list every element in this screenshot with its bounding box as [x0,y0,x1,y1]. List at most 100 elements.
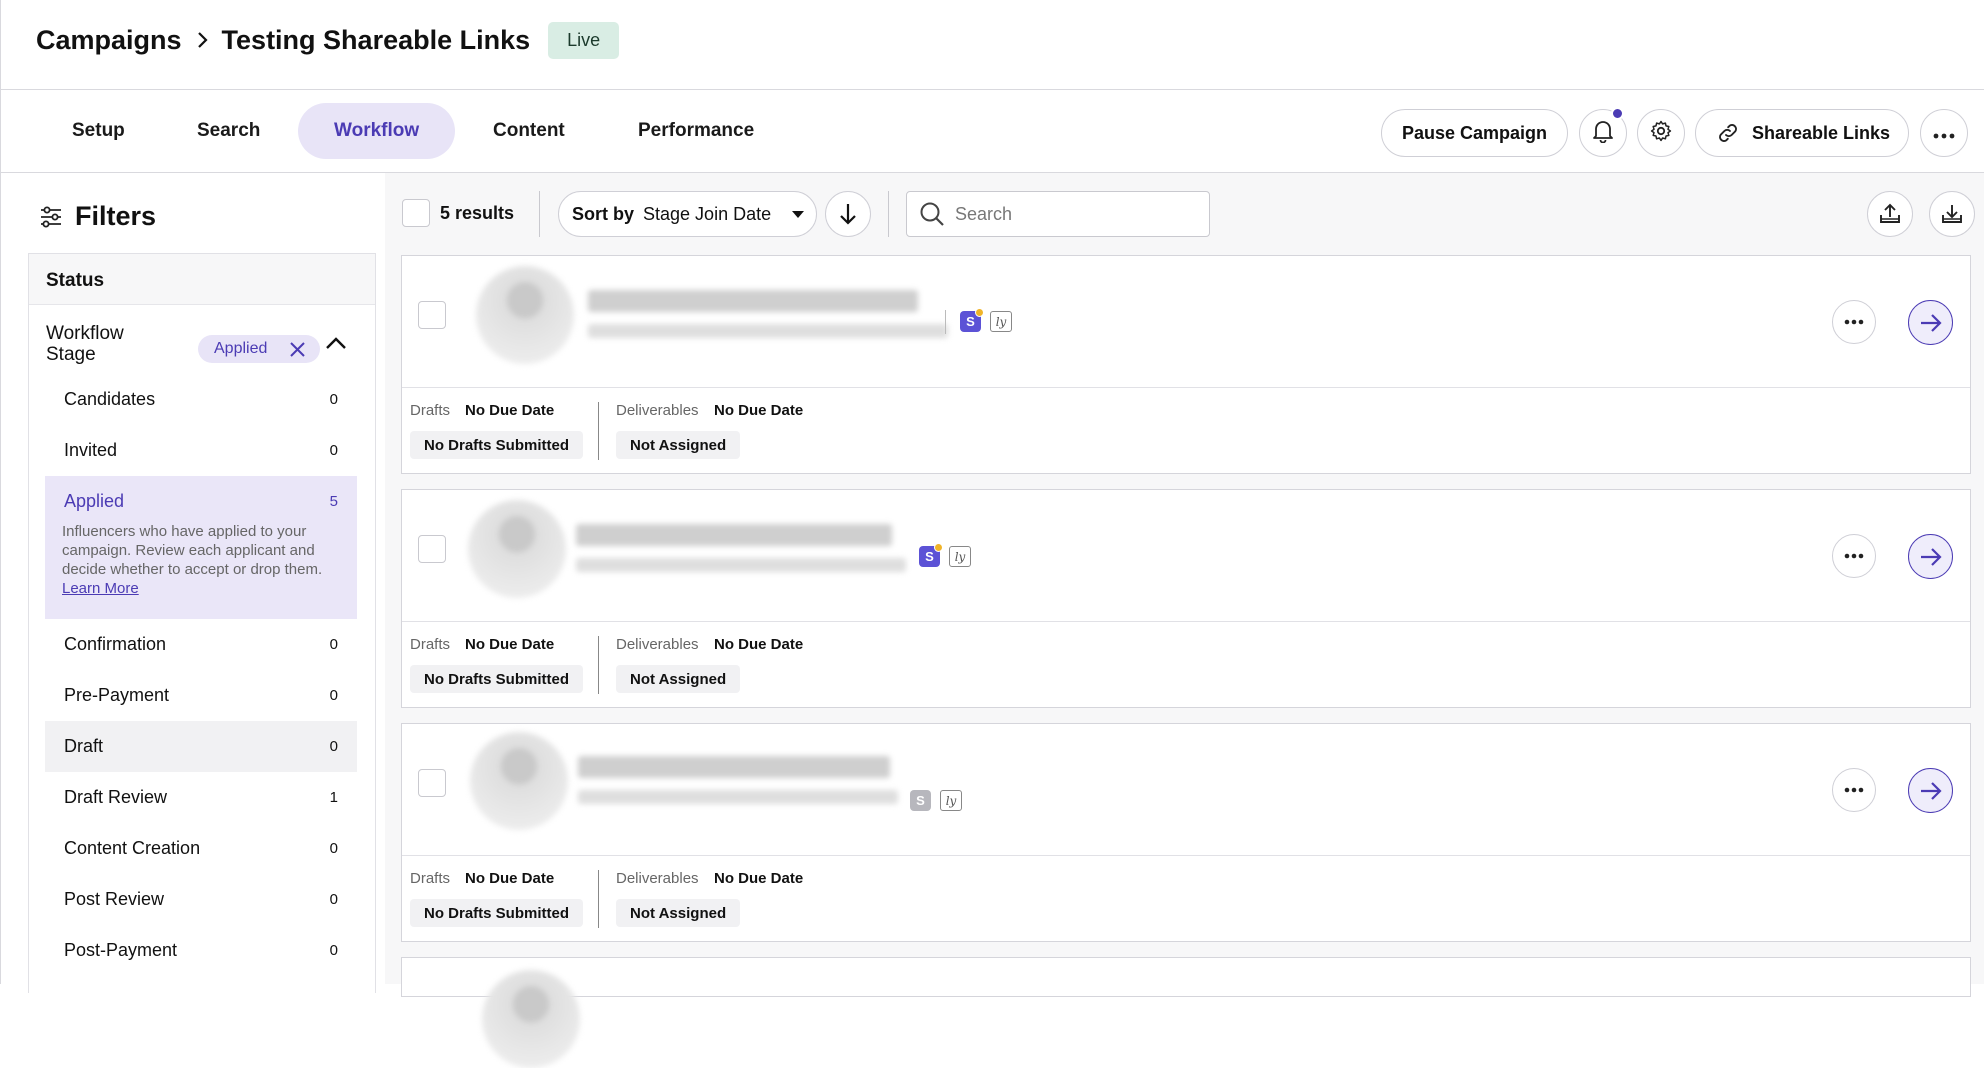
shareable-links-label: Shareable Links [1752,122,1891,143]
drafts-due: No Due Date [465,636,555,653]
filters-heading: Filters [39,201,156,232]
tab-search[interactable]: Search [161,103,296,159]
card-more-button[interactable] [1832,300,1876,344]
avatar [482,970,580,1068]
divider [888,191,889,237]
status-heading: Status [29,254,375,305]
tab-content[interactable]: Content [457,103,601,159]
shareable-links-button[interactable]: Shareable Links [1695,109,1909,157]
sort-by-select[interactable]: Sort by Stage Join Date [558,191,817,237]
select-all-checkbox[interactable] [402,199,430,227]
export-button[interactable] [1867,191,1913,237]
stage-label: Post-Payment [64,940,178,960]
settings-button[interactable] [1637,109,1685,157]
open-profile-button[interactable] [1908,768,1953,813]
drafts-status: No Drafts Submitted [410,899,584,927]
sliders-icon [39,206,75,228]
drafts-label: Drafts [410,636,451,653]
filters-title: Filters [75,201,157,231]
stage-item-content-creation[interactable]: Content Creation 0 [45,823,357,874]
chevron-up-icon[interactable] [325,336,347,355]
card-more-button[interactable] [1832,534,1876,578]
stage-item-invited[interactable]: Invited 0 [45,425,357,476]
search-field[interactable] [906,191,1210,237]
workflow-stage-header[interactable]: Workflow Stage Applied [29,305,375,375]
drafts-label: Drafts [410,870,451,887]
more-options-button[interactable] [1920,109,1968,157]
tab-bar: Setup Search Workflow Content Performanc… [0,90,1984,173]
influencer-details-redacted [588,324,948,338]
stage-label: Draft [64,736,104,756]
deliverables-due: No Due Date [714,402,804,419]
influencer-details-redacted [576,558,906,572]
shopify-icon: S [960,308,984,332]
stage-count: 0 [329,636,338,653]
breadcrumb: Campaigns Testing Shareable Links Live [36,21,620,59]
divider [598,636,599,694]
stage-item-draft[interactable]: Draft 0 [45,721,357,772]
deliverables-status: Not Assigned [616,431,741,459]
close-icon[interactable] [289,341,306,363]
stage-item-confirmation[interactable]: Confirmation 0 [45,619,357,670]
breadcrumb-campaigns-link[interactable]: Campaigns [36,25,182,56]
card-more-button[interactable] [1832,768,1876,812]
tab-performance[interactable]: Performance [602,103,790,159]
stage-list: Candidates 0 Invited 0 Applied 5 Influen… [45,374,357,976]
stage-item-post-review[interactable]: Post Review 0 [45,874,357,925]
filters-sidebar: Filters Status Workflow Stage Applied Ca… [0,173,385,993]
pause-campaign-button[interactable]: Pause Campaign [1381,109,1568,157]
applied-filter-chip: Applied [198,335,320,363]
stage-item-post-payment[interactable]: Post-Payment 0 [45,925,357,976]
stage-label: Post Review [64,889,165,909]
card-checkbox[interactable] [418,769,446,797]
card-checkbox[interactable] [418,301,446,329]
tab-workflow[interactable]: Workflow [298,103,456,159]
more-horizontal-icon [1844,787,1864,793]
status-badge: Live [548,21,620,59]
learn-more-link[interactable]: Learn More [62,580,139,597]
stage-item-candidates[interactable]: Candidates 0 [45,374,357,425]
stage-count: 0 [329,840,338,857]
open-profile-button[interactable] [1908,534,1953,579]
chevron-right-icon [196,31,210,49]
stage-item-applied[interactable]: Applied 5 Influencers who have applied t… [45,476,357,619]
avatar [470,732,568,830]
search-input[interactable] [955,203,1195,225]
avatar [476,266,574,364]
arrow-right-icon [1919,313,1943,333]
stage-count: 0 [329,442,338,459]
drafts-due: No Due Date [465,402,555,419]
deliverables-label: Deliverables [616,636,699,653]
notifications-button[interactable] [1579,107,1627,157]
page-header: Campaigns Testing Shareable Links Live [0,0,1984,90]
import-button[interactable] [1929,191,1975,237]
stage-count: 0 [329,738,338,755]
linktree-icon: ly [940,790,962,811]
tab-setup[interactable]: Setup [36,103,161,159]
divider [539,191,540,237]
stage-item-pre-payment[interactable]: Pre-Payment 0 [45,670,357,721]
deliverables-label: Deliverables [616,870,699,887]
deliverables-status: Not Assigned [616,899,741,927]
shopify-icon: S [910,790,931,811]
drafts-due: No Due Date [465,870,555,887]
deliverables-label: Deliverables [616,402,699,419]
stage-item-draft-review[interactable]: Draft Review 1 [45,772,357,823]
deliverables-due: No Due Date [714,636,804,653]
stage-label: Confirmation [64,634,167,654]
stage-label: Applied [64,491,125,511]
influencer-name-redacted [578,756,890,778]
influencer-name-redacted [576,524,892,546]
stage-label: Pre-Payment [64,685,170,705]
sort-direction-button[interactable] [825,191,871,237]
search-icon [919,201,945,227]
arrow-right-icon [1919,781,1943,801]
divider [598,870,599,928]
stage-label: Invited [64,440,118,460]
card-footer: Drafts No Due Date No Drafts Submitted D… [402,388,1970,473]
stage-label: Candidates [64,389,156,409]
drafts-status: No Drafts Submitted [410,665,584,693]
workflow-stage-label: Workflow Stage [46,323,124,365]
card-checkbox[interactable] [418,535,446,563]
open-profile-button[interactable] [1908,300,1953,345]
